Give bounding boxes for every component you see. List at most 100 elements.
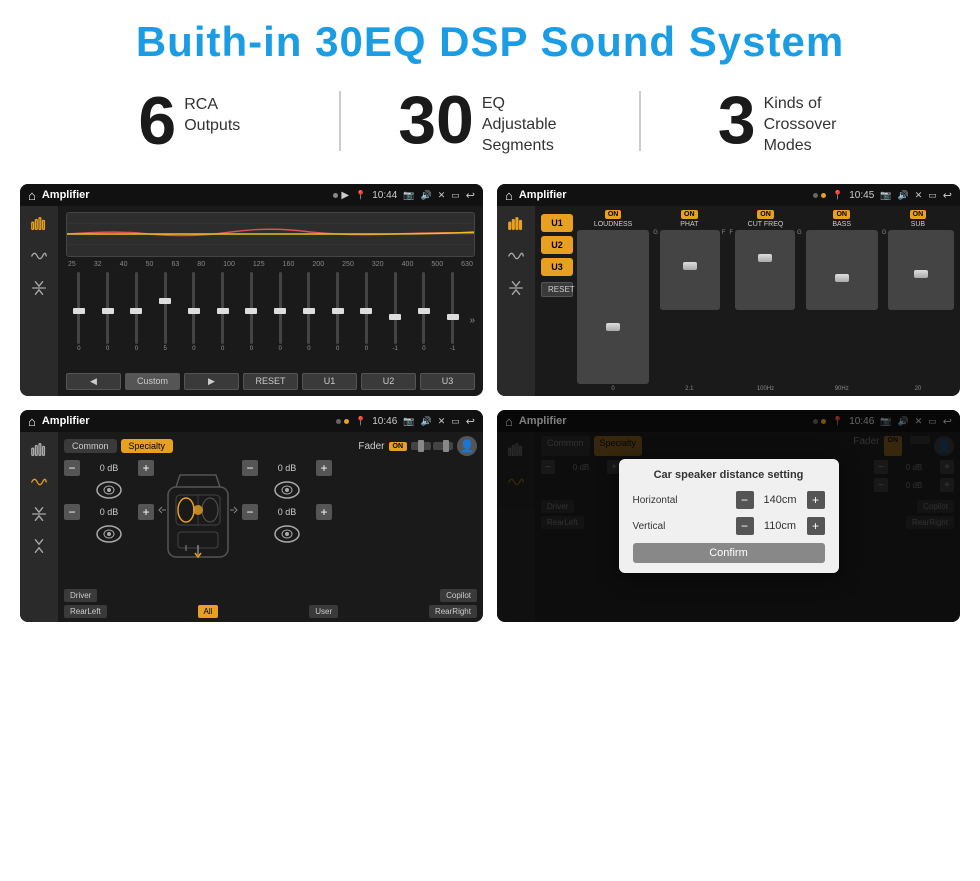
eq-slider-6[interactable]: 0 (210, 272, 236, 352)
fader-specialty-tab[interactable]: Specialty (121, 439, 174, 453)
fader-user-btn[interactable]: User (309, 605, 338, 618)
bass-on-badge: ON (833, 210, 850, 219)
fader-right-top-minus[interactable]: − (242, 460, 258, 476)
fader-side-eq-icon[interactable] (26, 440, 52, 460)
fader-camera-icon: 📷 (403, 416, 414, 427)
fader-speaker-icon-right-top (242, 480, 332, 500)
phat-sliders: G F (653, 230, 725, 384)
eq-slider-14[interactable]: -1 (440, 272, 466, 352)
amp-rect-icon: ▭ (928, 190, 937, 201)
fader-right-top-plus[interactable]: + (316, 460, 332, 476)
amp-time: 10:45 (849, 190, 874, 201)
fader-right-bottom-minus[interactable]: − (242, 504, 258, 520)
eq-side-eq-icon[interactable] (26, 214, 52, 234)
amp-side-panel (497, 206, 535, 396)
fader-rearleft-btn[interactable]: RearLeft (64, 605, 107, 618)
cutfreq-slider-f[interactable] (735, 230, 795, 310)
amp-side-eq-icon[interactable] (503, 214, 529, 234)
eq-slider-5[interactable]: 0 (181, 272, 207, 352)
phat-label: PHAT (680, 221, 698, 228)
loudness-label: LOUDNESS (594, 221, 633, 228)
eq-slider-3[interactable]: 0 (124, 272, 150, 352)
fader-copilot-btn[interactable]: Copilot (440, 589, 477, 602)
dialog-vertical-minus[interactable]: − (736, 517, 754, 535)
eq-u3-btn[interactable]: U3 (420, 373, 475, 390)
eq-rect-icon: ▭ (451, 190, 460, 201)
amp-reset-btn[interactable]: RESET (541, 282, 573, 297)
amp-u1-preset[interactable]: U1 (541, 214, 573, 232)
eq-slider-13[interactable]: 0 (411, 272, 437, 352)
amp-u2-preset[interactable]: U2 (541, 236, 573, 254)
fader-side-wave-icon[interactable] (26, 472, 52, 492)
fader-left-bottom-db: − 0 dB + (64, 504, 154, 520)
fader-back-icon[interactable]: ↩ (466, 415, 475, 428)
fader-right-bottom-plus[interactable]: + (316, 504, 332, 520)
dialog-horizontal-minus[interactable]: − (736, 491, 754, 509)
eq-slider-11[interactable]: 0 (354, 272, 380, 352)
home-icon[interactable]: ⌂ (28, 188, 36, 203)
fader-side-vol-icon[interactable] (26, 536, 52, 556)
eq-slider-9[interactable]: 0 (296, 272, 322, 352)
dialog-vertical-value: 110cm (758, 520, 803, 532)
amp-main-area: U1 U2 U3 RESET ON LOUDNESS (535, 206, 960, 396)
eq-u2-btn[interactable]: U2 (361, 373, 416, 390)
fader-user-icon[interactable]: 👤 (457, 436, 477, 456)
stat-eq: 30 EQ AdjustableSegments (361, 86, 620, 156)
fader-side-arrows-icon[interactable] (26, 504, 52, 524)
amp-dot-orange (821, 193, 826, 198)
eq-slider-12[interactable]: -1 (382, 272, 408, 352)
amp-channel-loudness: ON LOUDNESS 0 (577, 210, 649, 392)
eq-volume-icon: 🔊 (421, 190, 432, 201)
eq-time: 10:44 (372, 190, 397, 201)
eq-slider-10[interactable]: 0 (325, 272, 351, 352)
fader-status-icons (336, 419, 349, 424)
fader-speaker-icon-left-top (64, 480, 154, 500)
eq-play-btn[interactable]: ▶ (184, 373, 239, 390)
eq-side-wave-icon[interactable] (26, 246, 52, 266)
eq-slider-1[interactable]: 0 (66, 272, 92, 352)
dialog-vertical-label: Vertical (633, 521, 693, 532)
fader-home-icon[interactable]: ⌂ (28, 414, 36, 429)
eq-slider-7[interactable]: 0 (239, 272, 265, 352)
eq-side-arrows-icon[interactable] (26, 278, 52, 298)
amp-u3-preset[interactable]: U3 (541, 258, 573, 276)
eq-prev-btn[interactable]: ◀ (66, 373, 121, 390)
eq-custom-btn[interactable]: Custom (125, 373, 180, 390)
amp-side-wave-icon[interactable] (503, 246, 529, 266)
bass-slider[interactable] (806, 230, 878, 310)
eq-back-icon[interactable]: ↩ (466, 189, 475, 202)
amp-status-icons (813, 193, 826, 198)
eq-slider-2[interactable]: 0 (95, 272, 121, 352)
dialog-horizontal-plus[interactable]: + (807, 491, 825, 509)
fader-left-bottom-plus[interactable]: + (138, 504, 154, 520)
eq-slider-8[interactable]: 0 (267, 272, 293, 352)
screen-dialog: ⌂ Amplifier 📍 10:46 📷 🔊 ✕ ▭ ↩ (497, 410, 960, 622)
eq-slider-4[interactable]: 5 (152, 272, 178, 352)
eq-main-area: 253240506380100125160200250320400500630 … (58, 206, 483, 396)
fader-left-top-minus[interactable]: − (64, 460, 80, 476)
eq-u1-btn[interactable]: U1 (302, 373, 357, 390)
fader-right-bottom-value: 0 dB (262, 507, 312, 517)
sub-sliders: G (882, 230, 954, 384)
phat-slider-g[interactable] (660, 230, 720, 310)
eq-reset-btn[interactable]: RESET (243, 373, 298, 390)
screenshots-grid: ⌂ Amplifier ▶ 📍 10:44 📷 🔊 ✕ ▭ ↩ (0, 176, 980, 642)
fader-driver-btn[interactable]: Driver (64, 589, 97, 602)
fader-common-tab[interactable]: Common (64, 439, 117, 453)
screen-amplifier: ⌂ Amplifier 📍 10:45 📷 🔊 ✕ ▭ ↩ (497, 184, 960, 396)
dialog-horizontal-row: Horizontal − 140cm + (633, 491, 825, 509)
dialog-confirm-button[interactable]: Confirm (633, 543, 825, 563)
amp-home-icon[interactable]: ⌂ (505, 188, 513, 203)
amp-channel-cutfreq: ON CUT FREQ F G 100Hz (729, 210, 801, 392)
fader-all-btn[interactable]: All (198, 605, 219, 618)
amp-side-arrows-icon[interactable] (503, 278, 529, 298)
dialog-vertical-plus[interactable]: + (807, 517, 825, 535)
fader-left-top-plus[interactable]: + (138, 460, 154, 476)
fader-main-area: Common Specialty Fader ON 👤 (58, 432, 483, 622)
fader-left-bottom-minus[interactable]: − (64, 504, 80, 520)
loudness-slider[interactable] (577, 230, 649, 384)
fader-right-controls: − 0 dB + − 0 dB + (242, 460, 332, 583)
fader-rearright-btn[interactable]: RearRight (429, 605, 477, 618)
sub-slider[interactable] (888, 230, 954, 310)
amp-back-icon[interactable]: ↩ (943, 189, 952, 202)
